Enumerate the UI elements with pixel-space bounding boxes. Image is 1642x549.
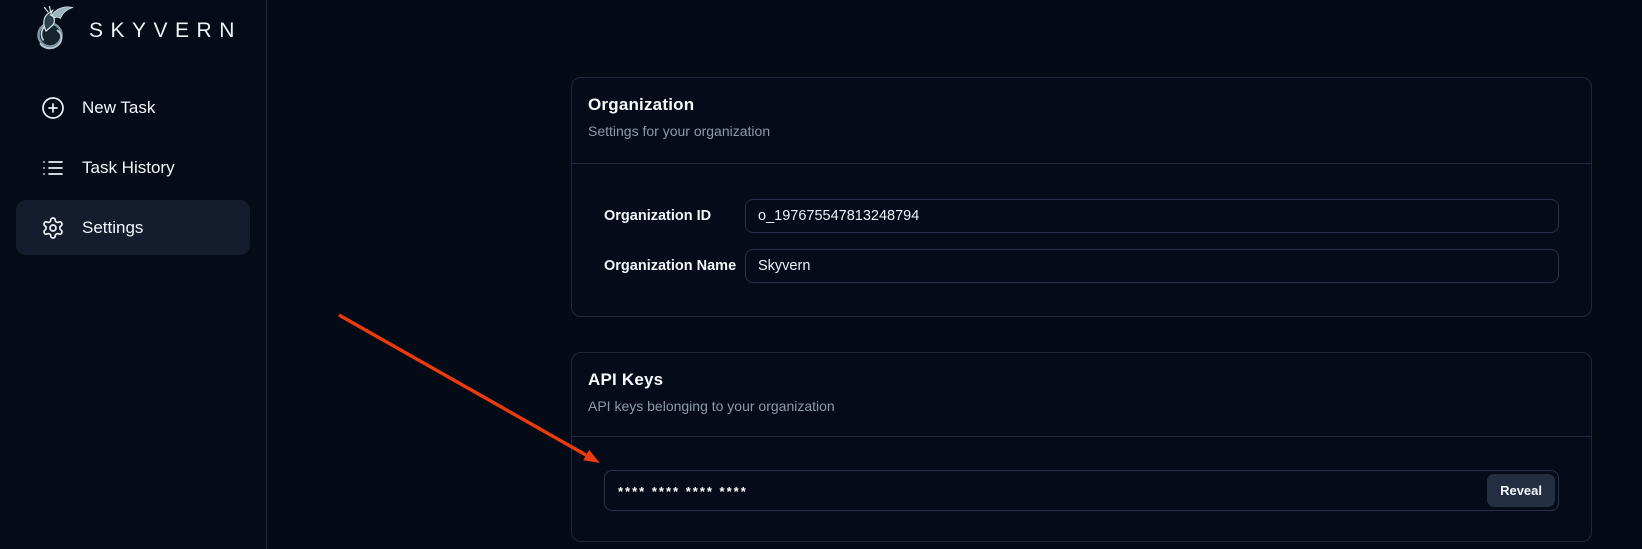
- organization-id-row: Organization ID: [604, 199, 1559, 233]
- api-keys-card: API Keys API keys belonging to your orga…: [571, 352, 1592, 542]
- sidebar-item-task-history[interactable]: Task History: [16, 140, 250, 195]
- organization-name-row: Organization Name: [604, 249, 1559, 283]
- organization-name-label: Organization Name: [604, 258, 745, 274]
- sidebar-item-new-task[interactable]: New Task: [16, 80, 250, 135]
- sidebar-item-label: Settings: [82, 218, 143, 238]
- organization-id-input[interactable]: [745, 199, 1559, 233]
- sidebar-nav: New Task Task History Settings: [16, 80, 250, 255]
- organization-card-subtitle: Settings for your organization: [588, 123, 1575, 139]
- skyvern-dragon-icon: [28, 4, 76, 54]
- organization-card-title: Organization: [588, 95, 1575, 115]
- api-keys-card-content: Reveal: [572, 437, 1591, 511]
- sidebar: SKYVERN New Task Task History Settings: [0, 0, 267, 549]
- circle-plus-icon: [41, 96, 65, 120]
- api-keys-card-subtitle: API keys belonging to your organization: [588, 398, 1575, 414]
- reveal-button[interactable]: Reveal: [1487, 474, 1555, 507]
- organization-name-input[interactable]: [745, 249, 1559, 283]
- api-key-field-wrapper: Reveal: [604, 470, 1559, 511]
- api-keys-card-title: API Keys: [588, 370, 1575, 390]
- organization-card: Organization Settings for your organizat…: [571, 77, 1592, 317]
- organization-id-label: Organization ID: [604, 208, 745, 224]
- api-keys-card-header: API Keys API keys belonging to your orga…: [572, 353, 1591, 437]
- brand-name: SKYVERN: [89, 18, 242, 41]
- sidebar-item-settings[interactable]: Settings: [16, 200, 250, 255]
- api-key-masked-input[interactable]: [604, 470, 1559, 511]
- organization-card-content: Organization ID Organization Name: [572, 164, 1591, 283]
- list-icon: [41, 156, 65, 180]
- gear-icon: [41, 216, 65, 240]
- brand-logo[interactable]: SKYVERN: [28, 3, 242, 55]
- organization-card-header: Organization Settings for your organizat…: [572, 78, 1591, 164]
- sidebar-item-label: Task History: [82, 158, 175, 178]
- sidebar-item-label: New Task: [82, 98, 155, 118]
